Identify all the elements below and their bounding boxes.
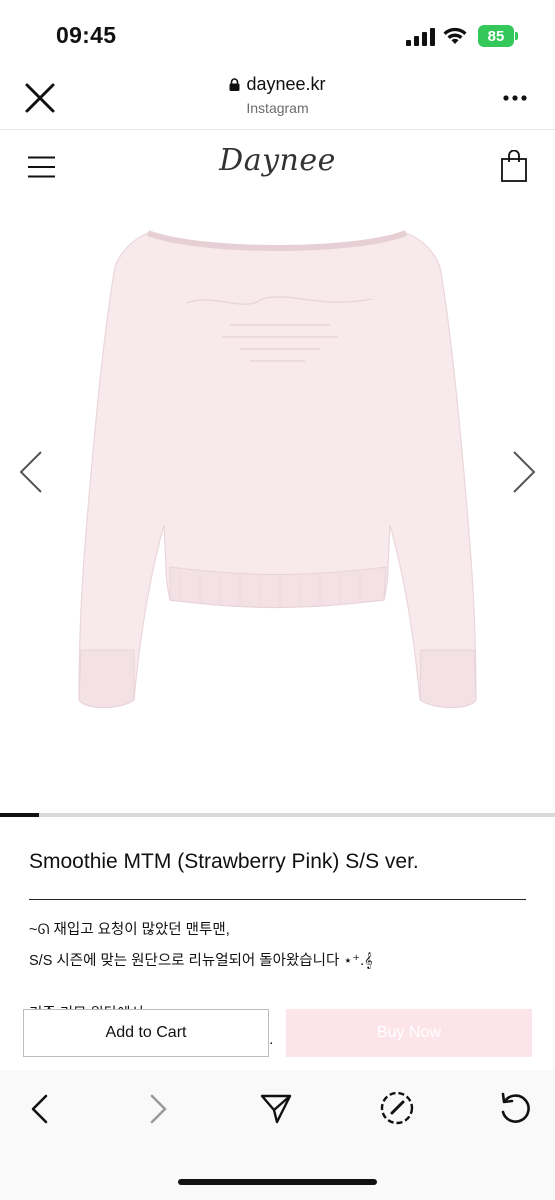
url-source: Instagram: [246, 100, 309, 116]
url-domain: daynee.kr: [246, 74, 326, 94]
back-icon[interactable]: [28, 1093, 50, 1125]
home-indicator: [178, 1179, 377, 1185]
lock-icon: [229, 78, 240, 91]
signal-icon: [406, 28, 435, 46]
compass-icon[interactable]: [379, 1090, 415, 1126]
reload-icon[interactable]: [498, 1090, 532, 1126]
gallery-progress-fill: [0, 813, 39, 817]
share-icon[interactable]: [259, 1091, 293, 1125]
product-image[interactable]: [0, 195, 555, 813]
bag-icon[interactable]: [501, 150, 527, 182]
wifi-icon: [443, 27, 467, 44]
site-logo[interactable]: Daynee: [0, 143, 555, 178]
status-time: 09:45: [56, 22, 117, 48]
sweatshirt-image: [78, 230, 477, 709]
battery-indicator: 85: [478, 25, 514, 47]
header-divider: [0, 129, 555, 130]
forward-icon[interactable]: [148, 1093, 170, 1125]
add-to-cart-button[interactable]: Add to Cart: [23, 1009, 269, 1057]
product-title: Smoothie MTM (Strawberry Pink) S/S ver.: [29, 850, 419, 873]
battery-level: 85: [487, 27, 505, 45]
url-bar[interactable]: daynee.kr: [0, 74, 555, 95]
title-rule: [29, 899, 526, 900]
buy-now-button[interactable]: Buy Now: [286, 1009, 532, 1057]
gallery-progress-track: [0, 813, 555, 817]
more-icon[interactable]: [503, 95, 527, 101]
description-line: ~ᘏ 재입고 요청이 많았던 맨투맨,: [29, 922, 230, 938]
chevron-right-icon[interactable]: [511, 450, 537, 494]
chevron-left-icon[interactable]: [18, 450, 44, 494]
battery-nub: [515, 32, 518, 40]
description-line: S/S 시즌에 맞는 원단으로 리뉴얼되어 돌아왔습니다 ⋆⁺.𝄞: [29, 953, 373, 969]
